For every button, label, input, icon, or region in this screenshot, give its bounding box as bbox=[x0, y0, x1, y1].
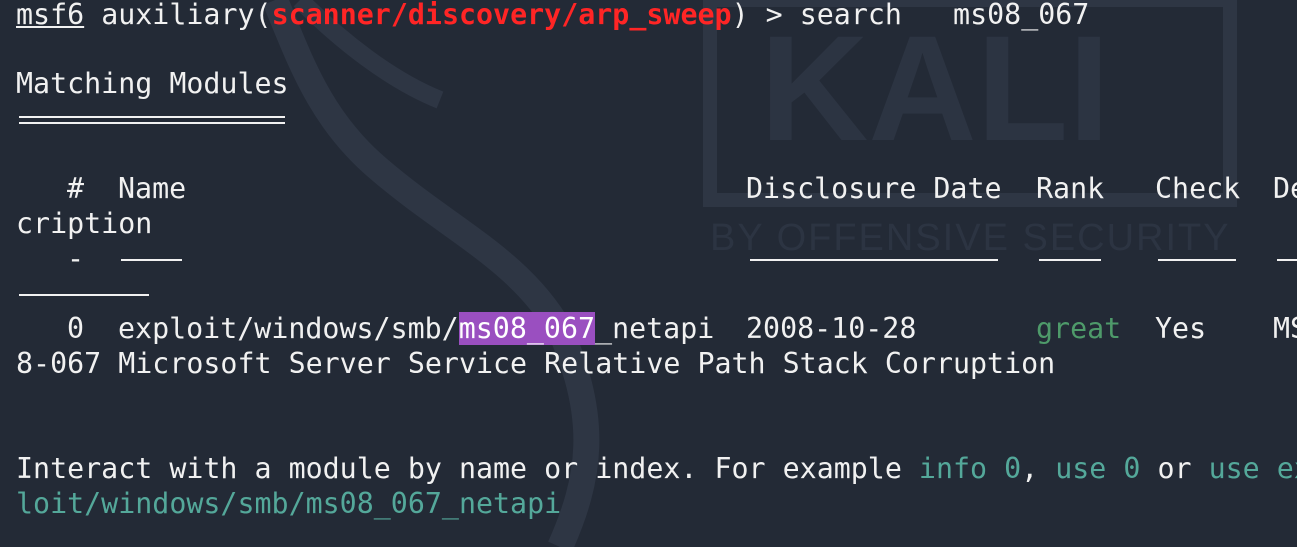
heading-underline-top bbox=[19, 116, 285, 118]
heading-underline-bottom bbox=[19, 122, 285, 124]
prompt-context-prefix: auxiliary( bbox=[101, 0, 272, 31]
col-header-date: Disclosure Date bbox=[746, 172, 1002, 205]
hint-use-name-command-wrap[interactable]: loit/windows/smb/ms08_067_netapi bbox=[16, 486, 561, 521]
hint-use-name-command[interactable]: use ex bbox=[1209, 452, 1297, 485]
hint-text: Interact with a module by name or index.… bbox=[16, 452, 919, 485]
prompt-module: scanner/discovery/arp_sweep bbox=[271, 0, 732, 31]
rule-description-wrap bbox=[19, 294, 149, 296]
col-header-description: De bbox=[1273, 172, 1297, 205]
module-path-suffix: _netapi bbox=[595, 312, 715, 345]
hint-info-command[interactable]: info 0 bbox=[919, 452, 1021, 485]
row-description: MS bbox=[1273, 312, 1297, 345]
prompt-line: msf6 auxiliary(scanner/discovery/arp_swe… bbox=[16, 0, 1089, 32]
prompt-context-suffix: ) > bbox=[731, 0, 800, 31]
col-header-check: Check bbox=[1155, 172, 1241, 205]
row-rank: great bbox=[1036, 312, 1122, 345]
rule-description bbox=[1277, 259, 1297, 261]
rule-check bbox=[1158, 259, 1236, 261]
hint-line: Interact with a module by name or index.… bbox=[16, 451, 1297, 486]
row-module-name[interactable]: exploit/windows/smb/ms08_067_netapi bbox=[118, 311, 714, 346]
row-index: 0 bbox=[67, 312, 85, 345]
hint-separator-1: , bbox=[1021, 452, 1056, 485]
rule-date bbox=[750, 259, 998, 261]
kali-tagline: BY OFFENSIVE SECURITY bbox=[710, 217, 1231, 259]
col-header-name: Name bbox=[118, 172, 187, 205]
row-check: Yes bbox=[1155, 312, 1207, 345]
section-heading: Matching Modules bbox=[16, 67, 289, 100]
search-match-highlight: ms08_067 bbox=[458, 312, 596, 345]
terminal-window[interactable]: KALI BY OFFENSIVE SECURITY msf6 auxiliar… bbox=[0, 0, 1297, 547]
hint-separator-2: or bbox=[1140, 452, 1209, 485]
hint-use-index-command[interactable]: use 0 bbox=[1055, 452, 1140, 485]
prompt-name: msf6 bbox=[16, 0, 85, 31]
rule-name bbox=[121, 259, 182, 261]
row-disclosure-date: 2008-10-28 bbox=[746, 312, 917, 345]
rule-rank bbox=[1039, 259, 1101, 261]
col-header-description-wrap: cription bbox=[16, 207, 153, 240]
row-description-wrap: 8-067 Microsoft Server Service Relative … bbox=[16, 347, 1056, 380]
col-header-index: # bbox=[67, 172, 85, 205]
rule-index: - bbox=[67, 242, 85, 275]
col-header-rank: Rank bbox=[1036, 172, 1105, 205]
command-input[interactable]: search ms08_067 bbox=[800, 0, 1090, 31]
module-path-prefix: exploit/windows/smb/ bbox=[118, 312, 459, 345]
